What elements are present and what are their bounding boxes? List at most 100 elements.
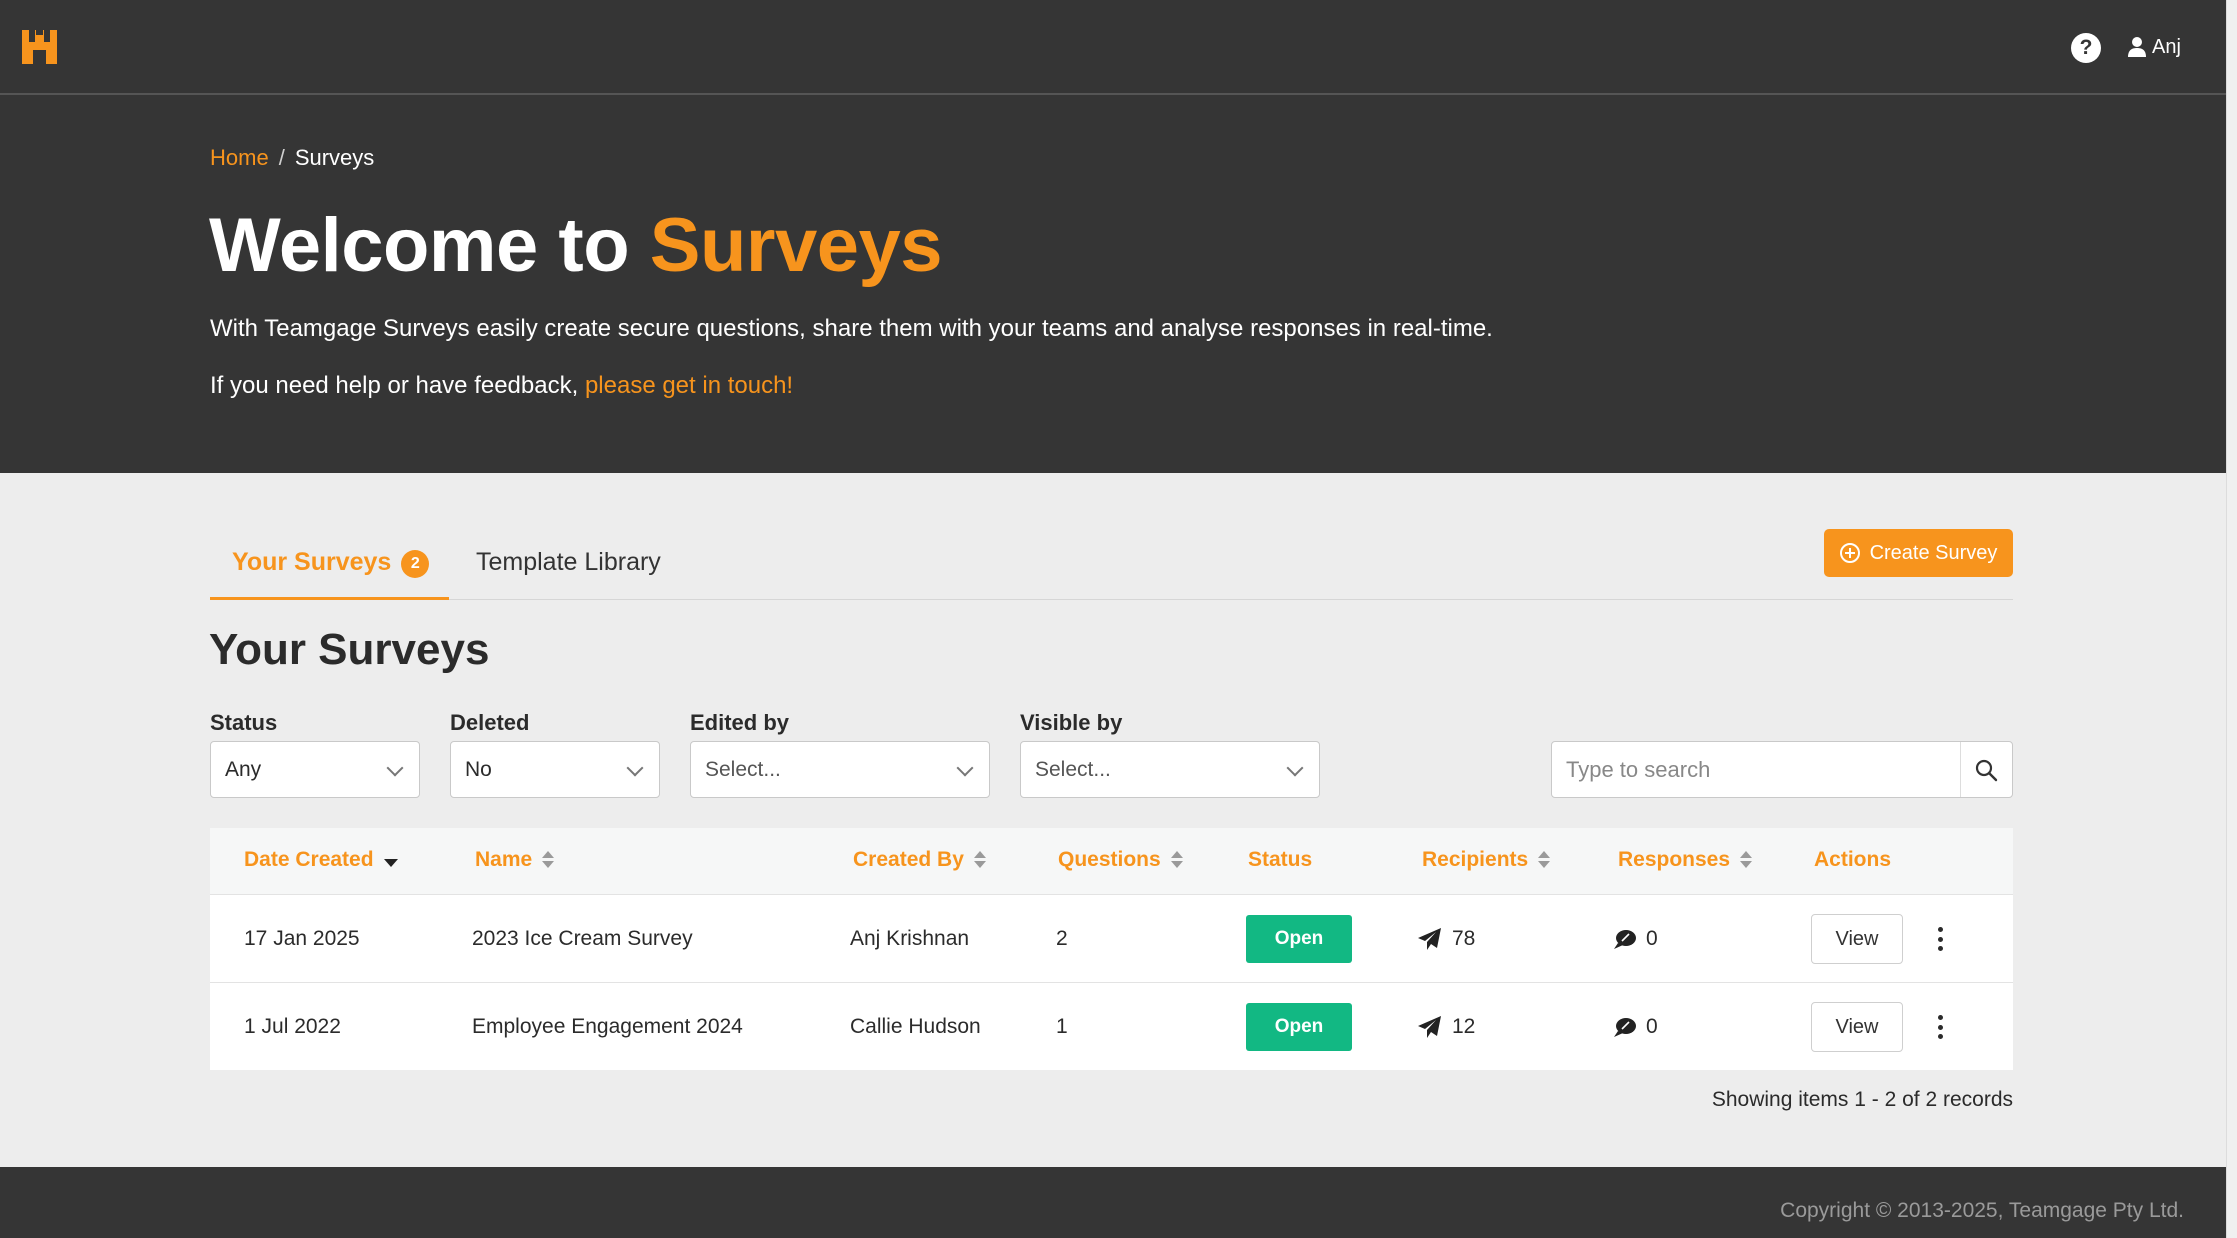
page-title-prefix: Welcome to (209, 203, 630, 288)
column-label: Date Created (244, 848, 374, 871)
table-header: Date Created Name Created By Questions S… (210, 828, 2013, 895)
copyright-text: Copyright © 2013-2025, Teamgage Pty Ltd. (1780, 1199, 2184, 1222)
search-box (1551, 741, 2013, 798)
visible-by-filter-label: Visible by (1020, 710, 1123, 735)
deleted-filter-select[interactable]: No (450, 741, 660, 798)
feedback-text: If you need help or have feedback, pleas… (210, 372, 793, 400)
logo-icon[interactable] (22, 30, 57, 64)
table-row: 17 Jan 2025 2023 Ice Cream Survey Anj Kr… (210, 895, 2013, 983)
chevron-down-icon (626, 759, 644, 777)
deleted-filter-value: No (465, 757, 492, 781)
paper-plane-icon (1418, 928, 1441, 950)
column-label: Actions (1814, 848, 1892, 871)
column-label: Created By (853, 848, 964, 871)
column-label: Responses (1618, 848, 1731, 871)
cell-status: Open (1246, 983, 1352, 1071)
sort-icon (1740, 850, 1753, 870)
page: ? Anj Home / Surveys Welcome to Surveys … (0, 0, 2226, 1238)
column-header-status: Status (1248, 848, 1312, 872)
page-title-accent: Surveys (649, 203, 943, 288)
view-button[interactable]: View (1811, 914, 1903, 964)
tab-template-library[interactable]: Template Library (476, 548, 661, 600)
paper-plane-icon (1418, 1016, 1441, 1038)
column-header-recipients[interactable]: Recipients (1422, 848, 1551, 872)
section-title: Your Surveys (209, 625, 490, 674)
column-header-responses[interactable]: Responses (1618, 848, 1753, 872)
sort-icon (542, 850, 555, 870)
sort-desc-icon (383, 850, 398, 870)
surveys-table: Date Created Name Created By Questions S… (210, 828, 2013, 1070)
cell-responses: 0 (1614, 983, 1658, 1071)
search-divider (1960, 742, 1961, 797)
cell-actions: View (1811, 983, 1943, 1071)
tab-bar: Your Surveys 2 Template Library (210, 530, 2013, 600)
comment-icon (1614, 1018, 1636, 1037)
search-input[interactable] (1566, 742, 1956, 797)
tab-label: Template Library (476, 548, 661, 576)
column-header-questions[interactable]: Questions (1058, 848, 1183, 872)
cell-questions: 1 (1056, 1015, 1068, 1038)
create-survey-button[interactable]: Create Survey (1824, 529, 2013, 577)
cell-recipients: 78 (1418, 895, 1475, 983)
user-menu[interactable]: Anj (2128, 32, 2181, 62)
user-icon (2128, 37, 2146, 57)
chevron-down-icon (1286, 759, 1304, 777)
recipients-count: 78 (1452, 927, 1476, 950)
view-button[interactable]: View (1811, 1002, 1903, 1052)
cell-created-by: Callie Hudson (850, 1015, 981, 1038)
visible-by-filter-value: Select... (1035, 757, 1111, 781)
count-badge: 2 (401, 550, 430, 578)
page-title: Welcome to Surveys (209, 202, 943, 289)
chevron-down-icon (956, 759, 974, 777)
tab-your-surveys[interactable]: Your Surveys 2 (210, 548, 449, 600)
scrollbar[interactable] (2226, 0, 2237, 1238)
table-row: 1 Jul 2022 Employee Engagement 2024 Call… (210, 983, 2013, 1070)
pagination-summary: Showing items 1 - 2 of 2 records (1711, 1088, 2013, 1111)
contact-link[interactable]: please get in touch! (585, 372, 793, 399)
footer: Copyright © 2013-2025, Teamgage Pty Ltd. (0, 1167, 2226, 1238)
column-header-actions: Actions (1814, 848, 1891, 872)
plus-circle-icon (1839, 543, 1860, 563)
cell-date-created: 17 Jan 2025 (244, 927, 360, 950)
edited-by-filter-select[interactable]: Select... (690, 741, 990, 798)
search-icon[interactable] (1974, 758, 1998, 782)
column-header-name[interactable]: Name (475, 848, 555, 872)
breadcrumb-separator: / (278, 145, 285, 170)
column-header-date-created[interactable]: Date Created (244, 848, 398, 872)
kebab-icon[interactable] (1937, 927, 1943, 951)
help-icon[interactable]: ? (2071, 33, 2101, 63)
user-name: Anj (2152, 35, 2181, 58)
status-badge: Open (1246, 1003, 1352, 1051)
status-filter-label: Status (210, 710, 278, 735)
cell-responses: 0 (1614, 895, 1658, 983)
create-survey-label: Create Survey (1869, 541, 1998, 564)
column-label: Name (475, 848, 533, 871)
chevron-down-icon (386, 759, 404, 777)
comment-icon (1614, 930, 1636, 949)
deleted-filter-label: Deleted (450, 710, 530, 735)
recipients-count: 12 (1452, 1015, 1476, 1038)
kebab-icon[interactable] (1937, 1015, 1943, 1039)
edited-by-filter-value: Select... (705, 757, 781, 781)
visible-by-filter-select[interactable]: Select... (1020, 741, 1320, 798)
cell-questions: 2 (1056, 927, 1068, 950)
cell-name[interactable]: Employee Engagement 2024 (472, 983, 743, 1071)
column-label: Recipients (1422, 848, 1529, 871)
sort-icon (973, 850, 986, 870)
breadcrumb-home-link[interactable]: Home (210, 145, 269, 171)
status-filter-select[interactable]: Any (210, 741, 420, 798)
status-filter-value: Any (225, 757, 262, 781)
feedback-prefix: If you need help or have feedback, (210, 372, 579, 399)
column-header-created-by[interactable]: Created By (853, 848, 986, 872)
status-badge: Open (1246, 915, 1352, 963)
cell-created-by: Anj Krishnan (850, 927, 970, 950)
top-nav: ? Anj (0, 0, 2226, 95)
tab-label: Your Surveys (232, 548, 392, 576)
cell-name[interactable]: 2023 Ice Cream Survey (472, 895, 693, 983)
sort-icon (1170, 850, 1183, 870)
intro-text: With Teamgage Surveys easily create secu… (210, 315, 1493, 342)
breadcrumb-current: Surveys (294, 145, 375, 170)
responses-count: 0 (1646, 927, 1658, 950)
sort-icon (1538, 850, 1551, 870)
cell-recipients: 12 (1418, 983, 1475, 1071)
